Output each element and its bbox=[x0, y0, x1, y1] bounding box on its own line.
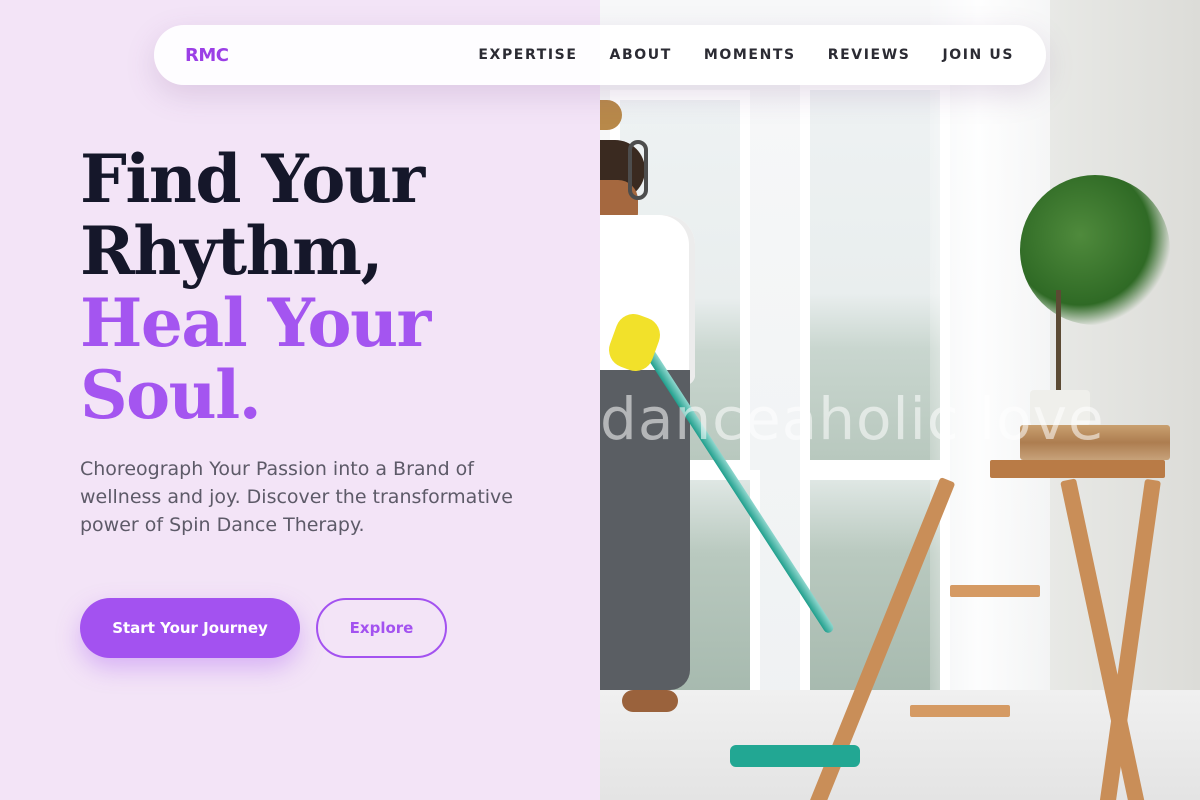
nav-link-about[interactable]: ABOUT bbox=[610, 47, 672, 63]
photo-scene: danceaholic love bbox=[600, 0, 1200, 800]
hero-title: Find Your Rhythm, Heal Your Soul. bbox=[80, 143, 580, 431]
explore-button[interactable]: Explore bbox=[316, 598, 447, 658]
navbar: RMC EXPERTISE ABOUT MOMENTS REVIEWS JOIN… bbox=[154, 25, 1046, 85]
hero-title-line: Find Your bbox=[80, 140, 425, 218]
ladder-top bbox=[990, 460, 1165, 478]
image-overlay-text: danceaholic love bbox=[600, 385, 1105, 453]
start-journey-button[interactable]: Start Your Journey bbox=[80, 598, 300, 658]
hero-title-accent-line: Soul. bbox=[80, 356, 262, 434]
ladder-step bbox=[910, 705, 1010, 717]
hero-title-accent-line: Heal Your bbox=[80, 284, 431, 362]
mop-head bbox=[730, 745, 860, 767]
hero-title-line: Rhythm, bbox=[80, 212, 383, 290]
nav-link-join-us[interactable]: JOIN US bbox=[942, 47, 1014, 63]
hero-description: Choreograph Your Passion into a Brand of… bbox=[80, 458, 513, 536]
nav-link-expertise[interactable]: EXPERTISE bbox=[478, 47, 577, 63]
nav-link-moments[interactable]: MOMENTS bbox=[704, 47, 796, 63]
ladder-step bbox=[950, 585, 1040, 597]
plant-leaves bbox=[1020, 175, 1170, 325]
nav-links: EXPERTISE ABOUT MOMENTS REVIEWS JOIN US bbox=[478, 47, 1014, 63]
person-foot bbox=[622, 690, 678, 712]
headphones-icon bbox=[628, 140, 648, 200]
nav-link-reviews[interactable]: REVIEWS bbox=[828, 47, 911, 63]
plant-stem bbox=[1056, 290, 1061, 395]
hero-image: danceaholic love bbox=[600, 0, 1200, 800]
logo[interactable]: RMC bbox=[185, 45, 229, 66]
